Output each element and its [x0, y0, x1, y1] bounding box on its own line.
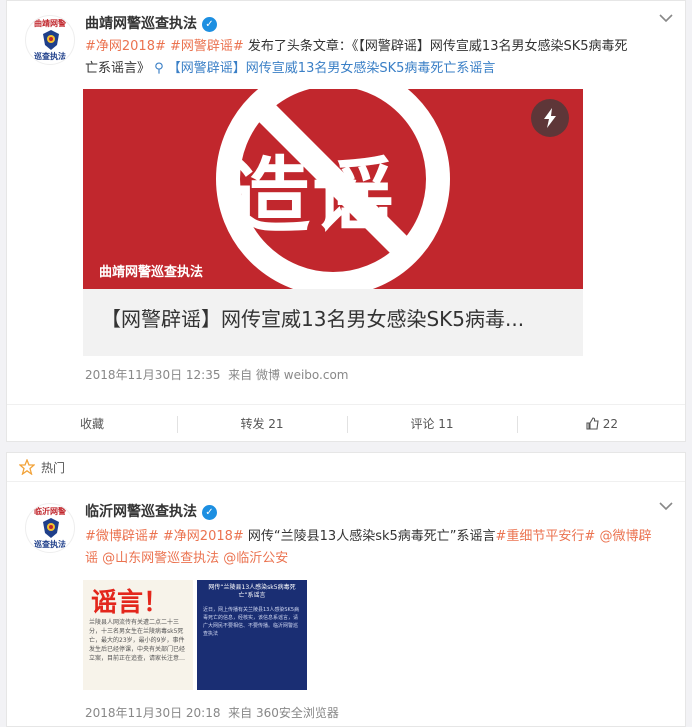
- post-text-line2: 亡系谣言》: [85, 61, 155, 76]
- article-caption[interactable]: 【网警辟谣】网传宣威13名男女感染SK5病毒...: [101, 303, 524, 332]
- hashtag-link[interactable]: #净网2018# #网警辟谣#: [85, 39, 244, 54]
- author-name[interactable]: 曲靖网警巡查执法 ✓: [85, 13, 217, 33]
- post-text: #微博辟谣# #净网2018# 网传“兰陵县13人感染sk5病毒死亡”系谣言#重…: [85, 526, 677, 570]
- avatar-bottom-text: 巡查执法: [34, 52, 66, 61]
- star-icon: [19, 459, 35, 475]
- link-icon: ⚲: [154, 61, 168, 76]
- post-meta: 2018年11月30日 20:18 来自 360安全浏览器: [85, 704, 339, 721]
- author-name[interactable]: 临沂网警巡查执法 ✓: [85, 501, 217, 521]
- author-name-text[interactable]: 曲靖网警巡查执法: [85, 16, 197, 32]
- like-count: 22: [602, 417, 619, 431]
- collect-label: 收藏: [79, 417, 104, 431]
- author-name-text[interactable]: 临沂网警巡查执法: [85, 504, 197, 520]
- image-notice-title: 网传“兰陵县13人感染sk5病毒死亡”系谣言: [208, 584, 296, 599]
- avatar-top-text: 曲靖网警: [34, 19, 66, 28]
- post-meta: 2018年11月30日 12:35 来自 微博 weibo.com: [85, 366, 348, 383]
- comment-button[interactable]: 评论 11: [347, 405, 517, 443]
- police-badge-icon: [43, 30, 59, 50]
- post-time[interactable]: 2018年11月30日 12:35: [85, 368, 220, 382]
- post-text-line1: 网传“兰陵县13人感染sk5病毒死亡”系谣言: [243, 529, 496, 544]
- avatar-top-text: 临沂网警: [34, 507, 66, 516]
- article-card[interactable]: 造谣 曲靖网警巡查执法 【网警辟谣】网传宣威13名男女感染SK5病毒...: [83, 89, 583, 356]
- action-toolbar: 收藏 转发 21 评论 11 22: [7, 404, 685, 443]
- post-text-line1: 发布了头条文章：《【网警辟谣】网传宣威13名男女感染SK5病毒死: [243, 39, 628, 54]
- banner-watermark: 曲靖网警巡查执法: [99, 265, 204, 280]
- mention-links[interactable]: 谣 @山东网警巡查执法 @临沂公安: [85, 548, 677, 570]
- hashtag-link[interactable]: #重细节平安行#: [496, 529, 596, 544]
- avatar[interactable]: 曲靖网警 巡查执法: [25, 15, 75, 65]
- post-source[interactable]: 来自 360安全浏览器: [228, 706, 339, 720]
- post-card-2: 热门 临沂网警 巡查执法 临沂网警巡查执法 ✓ #微博辟谣# #净网2018# 网…: [6, 452, 686, 727]
- image-notice-body: 近日，网上传播有关兰陵县13人感染SK5病毒死亡的信息，经核实，该信息系谣言，请…: [203, 607, 299, 637]
- repost-button[interactable]: 转发 21: [177, 405, 347, 443]
- lightning-icon[interactable]: [531, 99, 569, 137]
- image-rumor-body: 兰陵县人网流传有关遭二点二十三分，十三名男女生在兰陵病毒sk5死亡，最大的23岁…: [89, 619, 186, 662]
- mention-link[interactable]: @微博辟: [595, 529, 651, 544]
- repost-label: 转发 21: [240, 417, 284, 431]
- chevron-down-icon[interactable]: [659, 11, 673, 27]
- post-card-1: 曲靖网警 巡查执法 曲靖网警巡查执法 ✓ #净网2018# #网警辟谣# 发布了头…: [6, 0, 686, 442]
- collect-button[interactable]: 收藏: [7, 405, 177, 443]
- hot-label: 热门: [41, 461, 66, 475]
- chevron-down-icon[interactable]: [659, 499, 673, 515]
- article-banner-image[interactable]: 造谣 曲靖网警巡查执法: [83, 89, 583, 289]
- avatar[interactable]: 临沂网警 巡查执法: [25, 503, 75, 553]
- post-time[interactable]: 2018年11月30日 20:18: [85, 706, 220, 720]
- no-sign-slash: [251, 97, 415, 261]
- like-button[interactable]: 22: [517, 405, 687, 443]
- comment-label: 评论 11: [410, 417, 454, 431]
- image-rumor-title: 谣言！: [91, 588, 170, 618]
- verified-check-icon: ✓: [202, 17, 217, 32]
- police-badge-icon: [43, 518, 59, 538]
- article-link[interactable]: 【网警辟谣】网传宣威13名男女感染SK5病毒死亡系谣言: [168, 61, 496, 76]
- post-image-2[interactable]: 网传“兰陵县13人感染sk5病毒死亡”系谣言 近日，网上传播有关兰陵县13人感染…: [197, 580, 307, 690]
- post-source[interactable]: 来自 微博 weibo.com: [228, 368, 348, 382]
- verified-check-icon: ✓: [202, 505, 217, 520]
- post-image-1[interactable]: 谣言！ 兰陵县人网流传有关遭二点二十三分，十三名男女生在兰陵病毒sk5死亡，最大…: [83, 580, 193, 690]
- avatar-bottom-text: 巡查执法: [34, 540, 66, 549]
- hot-header: 热门: [7, 453, 685, 482]
- thumbs-up-icon: [586, 417, 599, 430]
- hashtag-link[interactable]: #微博辟谣# #净网2018#: [85, 529, 244, 544]
- post-text: #净网2018# #网警辟谣# 发布了头条文章：《【网警辟谣】网传宣威13名男女…: [85, 36, 675, 80]
